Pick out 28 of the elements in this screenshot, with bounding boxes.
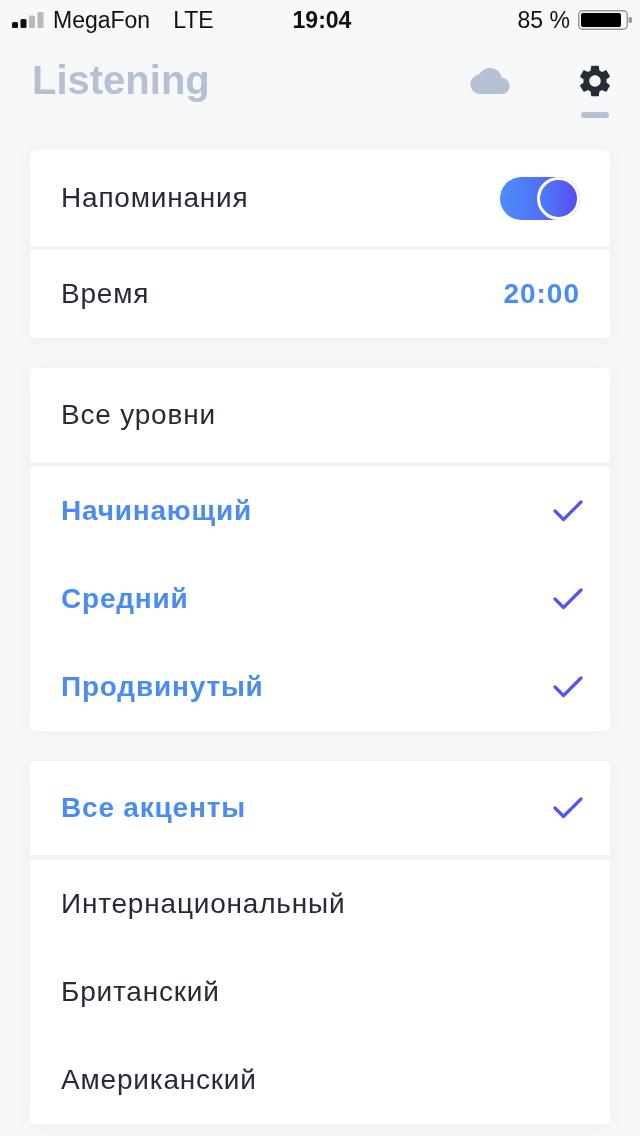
signal-icon — [12, 12, 44, 28]
reminders-label: Напоминания — [61, 182, 249, 214]
accent-option[interactable]: Интернациональный — [30, 860, 610, 948]
toggle-knob[interactable] — [537, 176, 580, 220]
time-value[interactable]: 20:00 — [503, 278, 580, 310]
settings-tab[interactable] — [580, 65, 610, 97]
cloud-icon — [470, 68, 510, 94]
reminders-toggle[interactable] — [500, 176, 580, 220]
accent-option[interactable]: Британский — [30, 948, 610, 1036]
checkmark-icon — [553, 797, 583, 819]
checkmark-icon — [553, 676, 583, 698]
time-label: Время — [61, 278, 150, 310]
battery-percent: 85 % — [517, 6, 570, 34]
network-type: LTE — [173, 6, 214, 34]
carrier-name: MegaFon — [53, 6, 151, 34]
level-option[interactable]: Начинающий — [30, 467, 610, 555]
status-time: 19:04 — [292, 6, 352, 34]
settings-icon — [580, 65, 610, 97]
checkmark-icon — [553, 500, 583, 522]
checkmark-icon — [553, 588, 583, 610]
active-tab-indicator — [581, 112, 609, 118]
all-accents-option[interactable]: Все акценты — [30, 761, 610, 855]
all-levels-option[interactable]: Все уровни — [30, 368, 610, 462]
level-option[interactable]: Средний — [30, 555, 610, 643]
battery-icon — [578, 10, 632, 30]
level-option[interactable]: Продвинутый — [30, 643, 610, 731]
accent-option[interactable]: Американский — [30, 1036, 610, 1124]
screen-title: Listening — [32, 58, 210, 102]
